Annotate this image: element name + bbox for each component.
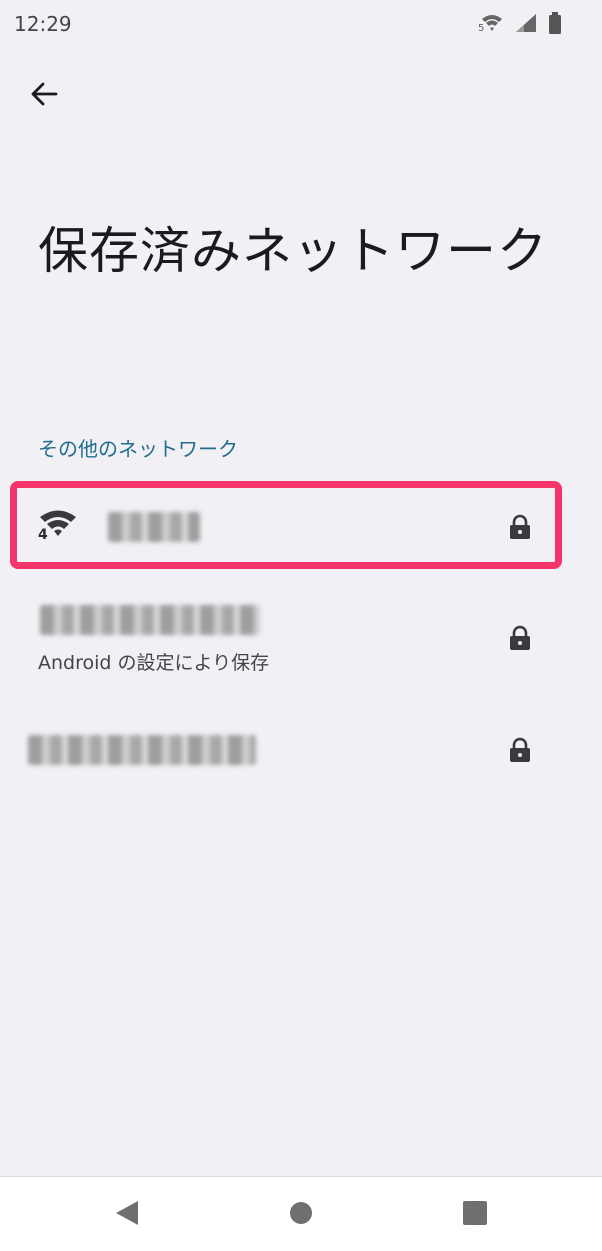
home-circle-icon[interactable] (288, 1199, 314, 1231)
status-icons: 5 (478, 12, 562, 34)
back-button[interactable] (22, 72, 66, 116)
recents-square-icon[interactable] (462, 1199, 488, 1231)
wifi-status-label: 5 (478, 23, 485, 34)
status-bar: 12:29 5 (0, 0, 602, 50)
arrow-left-icon (31, 82, 58, 106)
status-time: 12:29 (14, 12, 72, 36)
page-title: 保存済みネットワーク (38, 222, 548, 280)
navigation-bar (0, 1176, 602, 1251)
network-name-redacted (28, 735, 256, 765)
back-triangle-icon[interactable] (114, 1199, 140, 1231)
signal-icon (514, 13, 538, 33)
network-name-redacted (40, 605, 260, 635)
section-header: その他のネットワーク (38, 437, 238, 461)
lock-icon (508, 514, 532, 544)
wifi-status-icon: 5 (478, 13, 504, 34)
network-subtitle: Android の設定により保存 (38, 652, 270, 674)
wifi-signal-level: 4 (38, 527, 48, 543)
network-name-redacted (108, 512, 200, 542)
battery-icon (548, 12, 562, 34)
lock-icon (508, 625, 532, 655)
lock-icon (508, 737, 532, 767)
